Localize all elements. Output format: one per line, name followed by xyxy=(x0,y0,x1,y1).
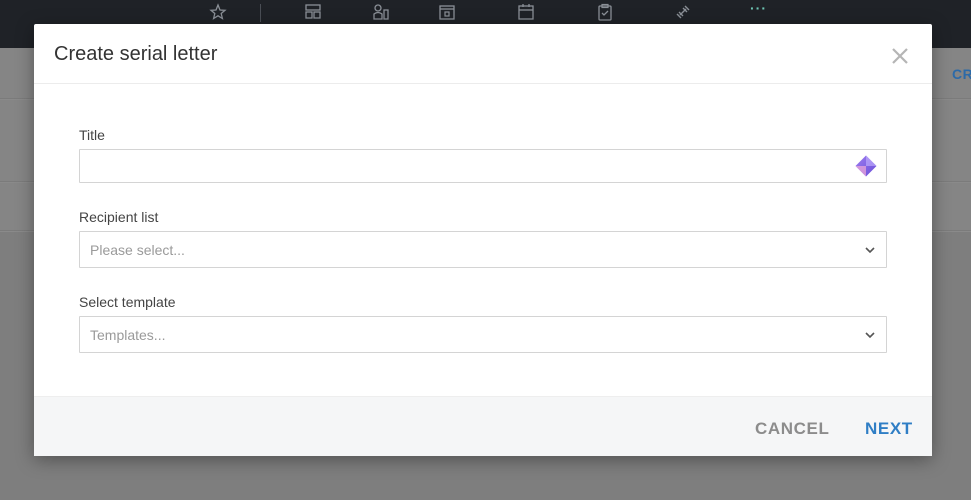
recipient-list-placeholder: Please select... xyxy=(90,242,185,258)
clipboard-check-icon[interactable] xyxy=(596,3,614,21)
calendar-icon[interactable] xyxy=(517,3,535,21)
more-dots-icon[interactable]: ··· xyxy=(750,0,767,16)
template-placeholder: Templates... xyxy=(90,327,166,343)
dialog-footer: CANCEL NEXT xyxy=(34,396,932,456)
dialog-title: Create serial letter xyxy=(54,43,218,65)
layout-icon[interactable] xyxy=(304,3,322,21)
recipient-list-select[interactable]: Please select... xyxy=(79,231,887,268)
chevron-down-icon xyxy=(864,244,876,256)
star-icon[interactable] xyxy=(209,3,227,21)
cancel-button[interactable]: CANCEL xyxy=(755,419,829,439)
select-template-label: Select template xyxy=(79,294,176,310)
next-button[interactable]: NEXT xyxy=(865,419,913,439)
dialog-header: Create serial letter xyxy=(34,24,932,84)
create-serial-letter-dialog: Create serial letter Title Recipient lis… xyxy=(34,24,932,456)
toolbar-divider xyxy=(260,4,261,22)
background-create-button: CR xyxy=(952,66,971,82)
dumbbell-icon[interactable] xyxy=(674,3,692,21)
title-input[interactable] xyxy=(80,150,840,182)
chevron-down-icon xyxy=(864,329,876,341)
title-field[interactable] xyxy=(79,149,887,183)
template-select[interactable]: Templates... xyxy=(79,316,887,353)
person-card-icon[interactable] xyxy=(372,3,390,21)
archive-icon[interactable] xyxy=(438,3,456,21)
close-icon[interactable] xyxy=(890,46,910,66)
ai-diamond-icon[interactable] xyxy=(854,154,878,178)
title-label: Title xyxy=(79,127,105,143)
recipient-list-label: Recipient list xyxy=(79,209,159,225)
